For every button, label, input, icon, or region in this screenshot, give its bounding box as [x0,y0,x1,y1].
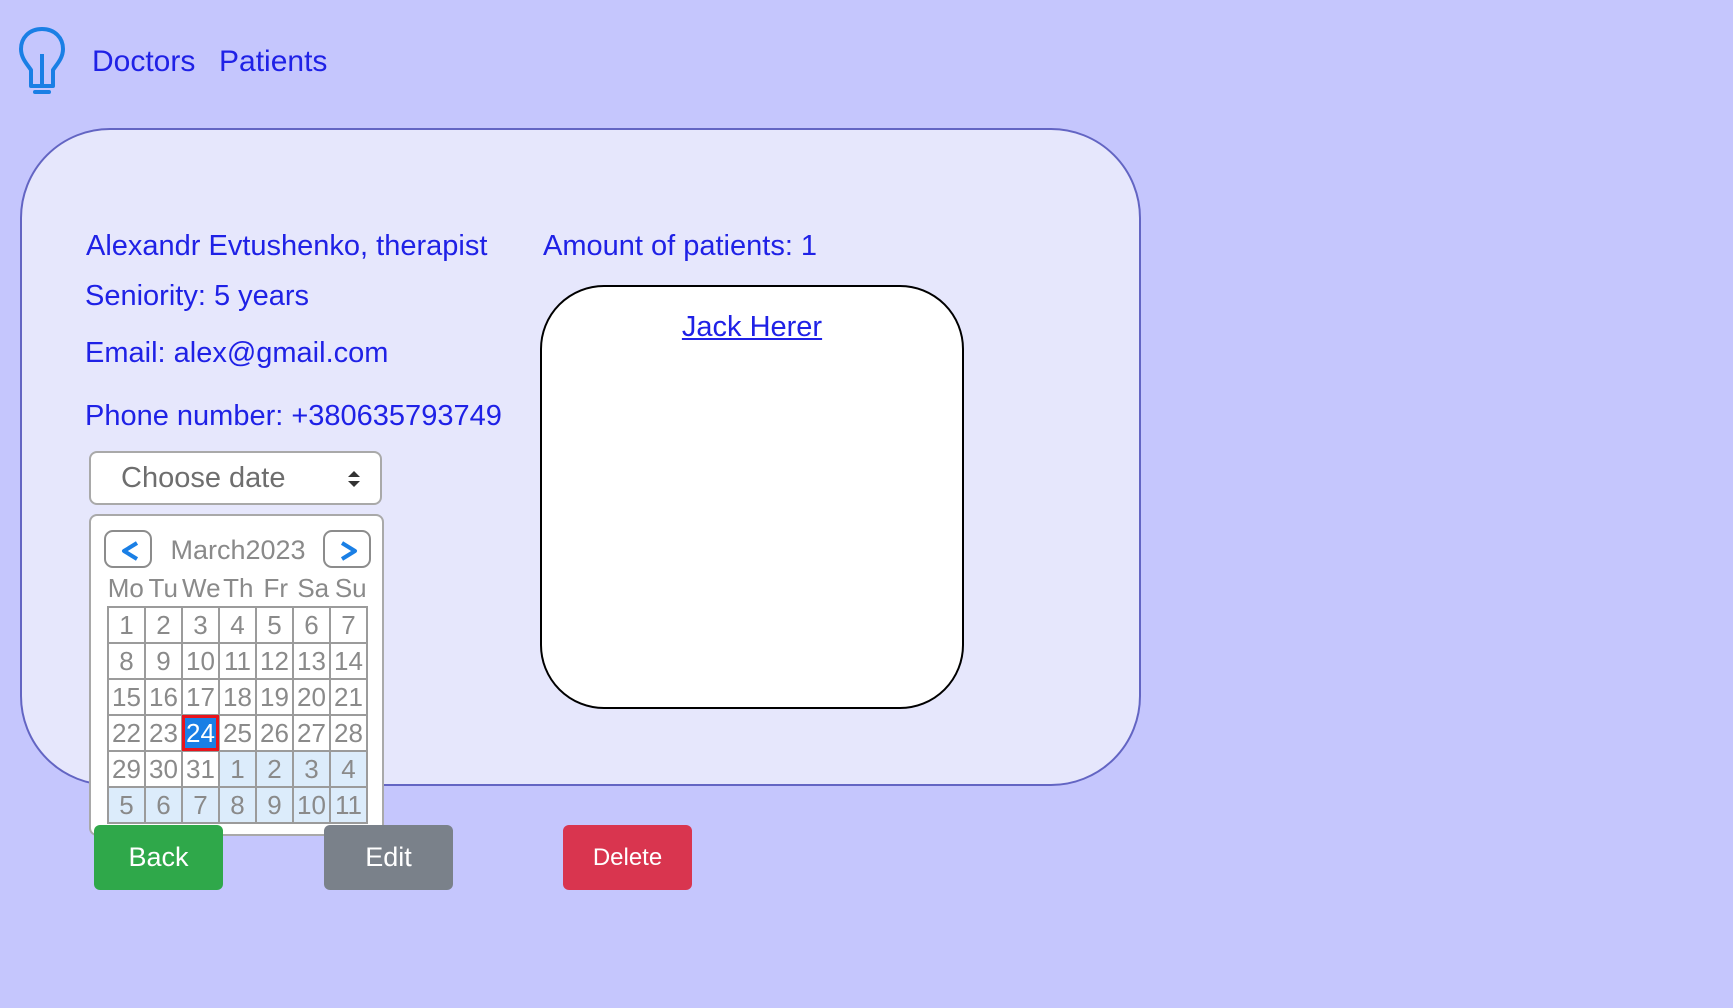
page: Doctors Patients Alexandr Evtushenko, th… [0,0,1733,1008]
nav-patients-link[interactable]: Patients [219,44,327,80]
calendar-popup: March2023 Mo Tu We Th Fr Sa Su 1 2 3 4 5 6 7 8 9 10 11 12… [89,514,384,836]
calendar-week-row: 1234567 [107,606,368,644]
calendar-year: 2023 [245,535,306,565]
calendar-day[interactable]: 26 [255,714,294,752]
nav-doctors-link[interactable]: Doctors [92,44,195,80]
calendar-day[interactable]: 25 [218,714,257,752]
calendar-day[interactable]: 6 [144,786,183,824]
calendar-day[interactable]: 28 [329,714,368,752]
calendar-day[interactable]: 17 [181,678,220,716]
doctor-name: Alexandr Evtushenko, therapist [86,230,488,262]
calendar-day[interactable]: 8 [107,642,146,680]
calendar-day[interactable]: 2 [144,606,183,644]
calendar-month: March [170,535,246,565]
calendar-week-row: 29 30 31 1 2 3 4 [107,750,368,788]
calendar-day[interactable]: 7 [181,786,220,824]
weekday-label: Th [223,573,254,603]
calendar-day[interactable]: 23 [144,714,183,752]
select-arrows-icon [348,471,360,487]
edit-button[interactable]: Edit [324,825,453,890]
calendar-day[interactable]: 12 [255,642,294,680]
calendar-day[interactable]: 22 [107,714,146,752]
back-button[interactable]: Back [94,825,223,890]
patient-link[interactable]: Jack Herer [542,311,962,344]
calendar-prev-button[interactable] [104,530,152,568]
calendar-day[interactable]: 30 [144,750,183,788]
calendar-day[interactable]: 1 [218,750,257,788]
calendar-day[interactable]: 10 [181,642,220,680]
calendar-day[interactable]: 1 [107,606,146,644]
calendar-day[interactable]: 3 [292,750,331,788]
weekday-label: We [182,573,221,603]
calendar-day[interactable]: 31 [181,750,220,788]
calendar-day[interactable]: 7 [329,606,368,644]
calendar-weekdays: Mo Tu We Th Fr Sa Su [107,572,370,604]
doctor-email: Email: alex@gmail.com [85,337,389,369]
calendar-day[interactable]: 18 [218,678,257,716]
weekday-label: Mo [107,573,144,603]
date-select-placeholder: Choose date [121,462,286,494]
calendar-day[interactable]: 4 [329,750,368,788]
calendar-week-row: 5 6 7 8 9 10 11 [107,786,368,824]
calendar-day-selected[interactable]: 24 [181,714,220,752]
weekday-label: Fr [263,573,289,603]
calendar-next-button[interactable] [323,530,371,568]
delete-button[interactable]: Delete [563,825,692,890]
calendar-day[interactable]: 19 [255,678,294,716]
weekday-label: Sa [297,573,330,603]
calendar-week-row: 22 23 24 25 26 27 28 [107,714,368,752]
calendar-day[interactable]: 21 [329,678,368,716]
calendar-day[interactable]: 20 [292,678,331,716]
calendar-title: March2023 [153,534,323,566]
lightbulb-icon[interactable] [17,26,67,96]
doctor-seniority: Seniority: 5 years [85,280,310,312]
calendar-day[interactable]: 6 [292,606,331,644]
calendar-week-row: 8 9 10 11 12 13 14 [107,642,368,680]
calendar-day[interactable]: 4 [218,606,257,644]
calendar-day[interactable]: 10 [292,786,331,824]
calendar-week-row: 15 16 17 18 19 20 21 [107,678,368,716]
calendar-day[interactable]: 11 [218,642,257,680]
patients-list: Jack Herer [540,285,964,709]
calendar-grid: 1 2 3 4 5 6 7 8 9 10 11 12 13 14 15 16 17 18 19 20 21 22 23 24 2… [107,606,368,824]
calendar-day[interactable]: 5 [255,606,294,644]
chevron-right-icon [340,541,357,561]
calendar-day[interactable]: 5 [107,786,146,824]
weekday-label: Su [334,573,367,603]
calendar-day[interactable]: 15 [107,678,146,716]
patients-amount: Amount of patients: 1 [543,230,818,262]
doctor-phone: Phone number: +380635793749 [85,400,502,432]
calendar-day[interactable]: 14 [329,642,368,680]
calendar-day[interactable]: 27 [292,714,331,752]
calendar-day[interactable]: 13 [292,642,331,680]
date-select[interactable]: Choose date [89,451,382,505]
chevron-left-icon [122,541,139,561]
calendar-day[interactable]: 3 [181,606,220,644]
weekday-label: Tu [148,573,178,603]
calendar-day[interactable]: 29 [107,750,146,788]
calendar-day[interactable]: 16 [144,678,183,716]
calendar-day[interactable]: 8 [218,786,257,824]
calendar-day[interactable]: 11 [329,786,368,824]
calendar-day[interactable]: 9 [255,786,294,824]
calendar-day[interactable]: 9 [144,642,183,680]
calendar-day[interactable]: 2 [255,750,294,788]
